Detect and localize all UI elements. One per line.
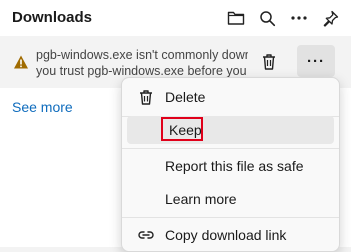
message-line-1: pgb-windows.exe isn't commonly down [36,48,248,62]
more-options-icon[interactable] [288,7,310,29]
menu-item-label: Report this file as safe [165,158,304,174]
menu-item-label: Delete [165,89,206,105]
downloads-header: Downloads [0,0,351,36]
delete-download-button[interactable] [256,49,282,75]
pin-icon[interactable] [319,7,341,29]
panel-title: Downloads [12,9,93,26]
downloads-panel: Downloads pgb-windows.exe isn't commonly… [0,0,351,252]
download-more-actions-button[interactable]: ··· [297,45,335,77]
menu-item-report-safe[interactable]: Report this file as safe [127,152,334,180]
warning-icon [14,55,28,69]
link-icon [138,231,154,239]
trash-icon [140,90,152,105]
menu-item-label: Learn more [165,191,237,207]
menu-item-keep[interactable]: Keep [127,116,334,144]
download-warning-message: pgb-windows.exe isn't commonly down you … [36,47,248,79]
menu-divider [122,148,339,149]
see-more-link[interactable]: See more [12,99,73,115]
search-icon[interactable] [256,7,278,29]
menu-item-copy-link[interactable]: Copy download link [127,221,334,249]
menu-divider [122,217,339,218]
folder-icon[interactable] [225,7,247,29]
menu-item-label: Copy download link [165,227,287,243]
download-context-menu: Delete Keep Report this file as safe Lea… [121,77,340,252]
menu-item-learn-more[interactable]: Learn more [127,185,334,213]
menu-item-delete[interactable]: Delete [127,83,334,111]
trash-icon [263,54,275,70]
menu-item-label: Keep [169,122,202,138]
